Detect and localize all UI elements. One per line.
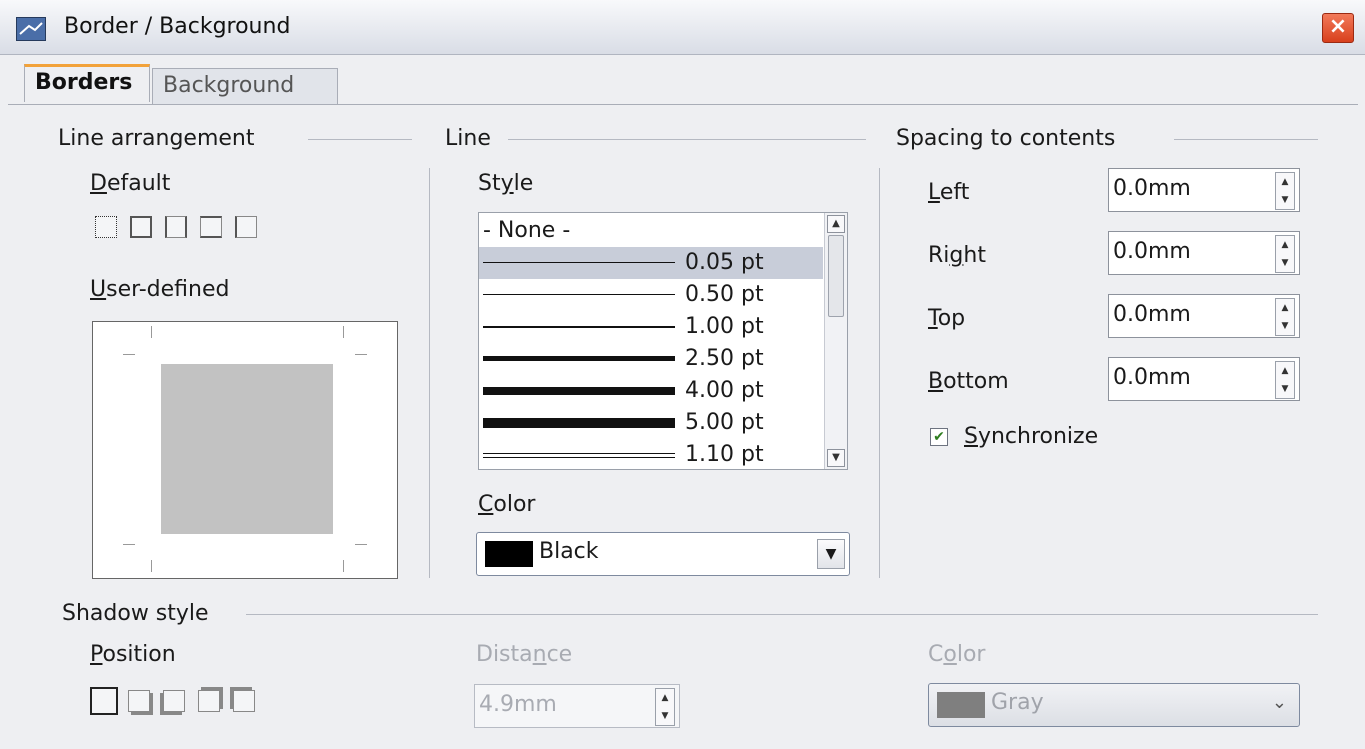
corner-tick [343,326,344,338]
shadow-color-select[interactable]: Gray ⌄ [928,683,1300,727]
preset-none-icon[interactable] [95,216,117,238]
preview-content-area [161,364,333,534]
corner-tick [123,354,135,355]
app-icon [16,17,46,41]
list-item[interactable]: 1.00 pt [479,311,823,343]
preset-top-bottom-icon[interactable] [200,216,222,238]
spin-buttons[interactable]: ▲ ▼ [1275,298,1295,336]
spin-buttons[interactable]: ▲ ▼ [1275,235,1295,273]
shadow-bottom-left-icon[interactable] [163,690,185,712]
spin-down-icon[interactable]: ▼ [656,707,674,725]
right-spacing-field[interactable]: 0.0mm ▲ ▼ [1108,231,1300,275]
default-label: Default [90,171,171,196]
list-item[interactable]: 0.50 pt [479,279,823,311]
preset-box-icon[interactable] [130,216,152,238]
line-sample [483,387,675,395]
chevron-down-icon[interactable]: ▼ [817,539,845,569]
left-label: Left [928,180,970,205]
line-sample [483,294,675,295]
shadow-color-label: Color [928,642,986,667]
line-heading: Line [445,126,491,151]
user-defined-label: User-defined [90,277,230,302]
spacing-heading: Spacing to contents [896,126,1116,151]
list-item[interactable]: 5.00 pt [479,407,823,439]
section-divider [246,614,1318,615]
window-title: Border / Background [64,14,291,39]
list-item[interactable]: 0.05 pt [479,247,823,279]
corner-tick [355,544,367,545]
spin-up-icon[interactable]: ▲ [1276,362,1294,380]
spin-buttons[interactable]: ▲ ▼ [1275,172,1295,210]
list-item[interactable]: 2.50 pt [479,343,823,375]
spin-down-icon[interactable]: ▼ [1276,317,1294,335]
preset-left-icon[interactable] [235,216,257,238]
spin-buttons[interactable]: ▲ ▼ [1275,361,1295,399]
list-item[interactable]: - None - [479,215,823,247]
line-sample [483,326,675,328]
position-label: Position [90,642,176,667]
shadow-distance-field[interactable]: 4.9mm ▲ ▼ [474,684,680,728]
line-sample [483,457,675,458]
spin-up-icon[interactable]: ▲ [1276,299,1294,317]
tab-borders[interactable]: Borders [24,64,150,102]
synchronize-label: Synchronize [964,424,1099,449]
user-defined-preview[interactable] [92,321,398,579]
tab-background[interactable]: Background [152,68,338,104]
distance-label: Distance [476,642,573,667]
section-divider [1174,139,1318,140]
section-divider [308,139,412,140]
color-swatch [485,541,533,567]
line-sample [483,453,675,454]
top-label: Top [928,306,966,331]
corner-tick [123,544,135,545]
shadow-top-left-icon[interactable] [233,690,255,712]
spin-buttons[interactable]: ▲ ▼ [655,688,675,726]
spin-up-icon[interactable]: ▲ [1276,173,1294,191]
line-arrangement-heading: Line arrangement [58,126,255,151]
section-divider [508,139,866,140]
top-spacing-field[interactable]: 0.0mm ▲ ▼ [1108,294,1300,338]
corner-tick [355,354,367,355]
left-spacing-field[interactable]: 0.0mm ▲ ▼ [1108,168,1300,212]
spin-up-icon[interactable]: ▲ [656,689,674,707]
corner-tick [151,560,152,572]
right-label: Right [928,243,986,268]
synchronize-checkbox[interactable]: ✔ [930,428,948,446]
shadow-bottom-right-icon[interactable] [128,690,150,712]
line-sample [483,262,675,263]
style-label: Style [478,171,534,196]
default-presets [92,213,282,243]
bottom-label: Bottom [928,369,1009,394]
corner-tick [343,560,344,572]
shadow-positions [88,685,278,715]
chevron-down-icon[interactable]: ⌄ [1272,692,1287,713]
spin-down-icon[interactable]: ▼ [1276,191,1294,209]
line-sample [483,356,675,361]
bottom-spacing-field[interactable]: 0.0mm ▲ ▼ [1108,357,1300,401]
list-item[interactable]: 1.10 pt [479,439,823,469]
scroll-up-icon[interactable]: ▲ [827,215,845,233]
line-color-select[interactable]: Black ▼ [476,532,850,576]
preset-left-right-icon[interactable] [165,216,187,238]
color-swatch [937,692,985,718]
line-sample [483,418,675,428]
spin-down-icon[interactable]: ▼ [1276,380,1294,398]
list-item[interactable]: 4.00 pt [479,375,823,407]
close-button[interactable]: × [1322,13,1354,43]
line-style-list[interactable]: - None - 0.05 pt 0.50 pt 1.00 pt 2.50 pt… [478,212,848,470]
list-scrollbar[interactable]: ▲ ▼ [824,213,847,469]
color-label: Color [478,492,536,517]
shadow-heading: Shadow style [62,601,209,626]
shadow-top-right-icon[interactable] [198,690,220,712]
spin-up-icon[interactable]: ▲ [1276,236,1294,254]
scroll-thumb[interactable] [828,235,844,317]
shadow-none-icon[interactable] [90,687,118,715]
spin-down-icon[interactable]: ▼ [1276,254,1294,272]
corner-tick [151,326,152,338]
column-separator [429,168,430,578]
column-separator [879,168,880,578]
scroll-down-icon[interactable]: ▼ [827,449,845,467]
